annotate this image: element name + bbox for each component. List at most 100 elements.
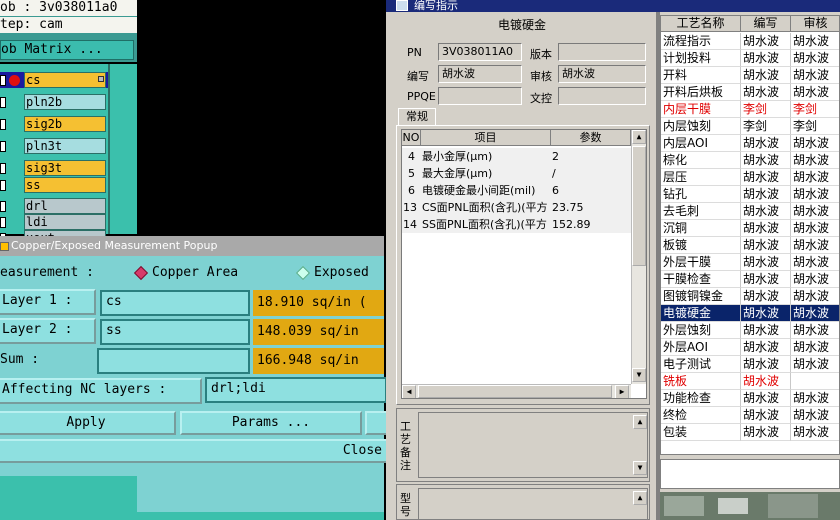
table-row[interactable]: 去毛刺 胡水波 胡水波 xyxy=(661,203,839,220)
layer2-input[interactable]: ss xyxy=(100,319,250,345)
exposed-radio-icon[interactable] xyxy=(295,265,311,281)
copper-area-option[interactable]: Copper Area xyxy=(152,265,238,280)
table-row[interactable]: 13 CS面PNL面积(含孔)(平方 23.75 xyxy=(402,199,646,216)
table-row[interactable]: 图镀铜镍金 胡水波 胡水波 xyxy=(661,288,839,305)
remark-scroll-down-icon[interactable]: ▼ xyxy=(633,461,647,475)
process-header-reviewer[interactable]: 审核 xyxy=(791,16,839,32)
layer-checkbox[interactable] xyxy=(0,217,6,228)
table-row[interactable]: 外层AOI 胡水波 胡水波 xyxy=(661,339,839,356)
table-row[interactable]: 流程指示 胡水波 胡水波 xyxy=(661,33,839,50)
layer-checkbox[interactable] xyxy=(0,119,6,130)
tab-general[interactable]: 常规 xyxy=(398,108,436,126)
window-menu-icon[interactable] xyxy=(0,242,9,251)
table-row[interactable]: 电镀硬金 胡水波 胡水波 xyxy=(661,305,839,322)
table-row[interactable]: 沉铜 胡水波 胡水波 xyxy=(661,220,839,237)
layer-name[interactable]: ldi xyxy=(24,214,106,230)
nc-layers-input[interactable]: drl;ldi xyxy=(205,377,387,403)
table-row[interactable]: 4 最小金厚(μm) 2 xyxy=(402,148,646,165)
ppqe-field[interactable] xyxy=(438,87,522,105)
layer-name[interactable]: drl xyxy=(24,198,106,214)
pn-field[interactable]: 3V038011A0 xyxy=(438,43,522,61)
table-row[interactable]: 钻孔 胡水波 胡水波 xyxy=(661,186,839,203)
table-row[interactable]: 棕化 胡水波 胡水波 xyxy=(661,152,839,169)
review-field[interactable]: 胡水波 xyxy=(558,65,646,83)
job-matrix-button[interactable]: ob Matrix ... xyxy=(0,40,134,60)
table-row[interactable]: 5 最大金厚(μm) / xyxy=(402,165,646,182)
param-header-no[interactable]: NO xyxy=(402,130,421,146)
apply-button[interactable]: Apply xyxy=(0,411,176,435)
model-textarea[interactable]: ▲ xyxy=(418,488,648,520)
param-header-value[interactable]: 参数 xyxy=(551,130,631,146)
table-row[interactable]: 外层干膜 胡水波 胡水波 xyxy=(661,254,839,271)
params-button[interactable]: Params ... xyxy=(180,411,362,435)
layer-row-pln3t[interactable]: pln3t xyxy=(0,138,108,154)
remark-textarea[interactable]: ▲ ▼ xyxy=(418,412,648,478)
layer-row-sig2b[interactable]: sig2b xyxy=(0,116,108,132)
table-row[interactable]: 板镀 胡水波 胡水波 xyxy=(661,237,839,254)
table-row[interactable]: 铣板 胡水波 xyxy=(661,373,839,390)
layer1-button[interactable]: Layer 1 : xyxy=(0,289,96,315)
table-row[interactable]: 开料后烘板 胡水波 胡水波 xyxy=(661,84,839,101)
scroll-thumb[interactable] xyxy=(632,146,646,266)
layer2-button[interactable]: Layer 2 : xyxy=(0,318,96,344)
table-row[interactable]: 内层干膜 李剑 李剑 xyxy=(661,101,839,118)
param-vscroll[interactable]: ▲ ▼ xyxy=(631,130,646,384)
layer-name[interactable]: sig2b xyxy=(24,116,106,132)
scroll-down-icon[interactable]: ▼ xyxy=(632,368,646,382)
param-hscroll[interactable]: ◀ ▶ xyxy=(402,384,631,398)
hscroll-thumb[interactable] xyxy=(418,385,612,398)
remark-scroll-up-icon[interactable]: ▲ xyxy=(633,415,647,429)
layer-row-drl[interactable]: drl xyxy=(0,198,108,214)
table-row[interactable]: 14 SS面PNL面积(含孔)(平方 152.89 xyxy=(402,216,646,233)
layer-row-ss[interactable]: ss xyxy=(0,177,108,193)
table-row[interactable]: 开料 胡水波 胡水波 xyxy=(661,67,839,84)
affecting-nc-layers-button[interactable]: Affecting NC layers : xyxy=(0,378,202,404)
layer-name[interactable]: cs xyxy=(24,72,106,88)
table-row[interactable]: 电子测试 胡水波 胡水波 xyxy=(661,356,839,373)
layer-checkbox[interactable] xyxy=(0,141,6,152)
table-row[interactable]: 内层AOI 胡水波 胡水波 xyxy=(661,135,839,152)
close-button[interactable]: Close xyxy=(0,439,388,463)
doc-control-field[interactable] xyxy=(558,87,646,105)
table-row[interactable]: 包装 胡水波 胡水波 xyxy=(661,424,839,441)
table-row[interactable]: 干膜检查 胡水波 胡水波 xyxy=(661,271,839,288)
table-row[interactable]: 终检 胡水波 胡水波 xyxy=(661,407,839,424)
layer-row-sig3t[interactable]: sig3t xyxy=(0,160,108,176)
popup-titlebar[interactable]: Copper/Exposed Measurement Popup xyxy=(0,236,384,256)
layer-checkbox[interactable] xyxy=(0,97,6,108)
scroll-up-icon[interactable]: ▲ xyxy=(632,130,646,144)
layer-menu-icon[interactable] xyxy=(98,76,104,82)
layer-row-pln2b[interactable]: pln2b xyxy=(0,94,108,110)
version-field[interactable] xyxy=(558,43,646,61)
param-value: 23.75 xyxy=(552,201,584,214)
author-field[interactable]: 胡水波 xyxy=(438,65,522,83)
layer-name[interactable]: ss xyxy=(24,177,106,193)
layer-name[interactable]: sig3t xyxy=(24,160,106,176)
process-author: 胡水波 xyxy=(741,152,791,169)
scroll-left-icon[interactable]: ◀ xyxy=(402,385,416,398)
layer-name[interactable]: pln3t xyxy=(24,138,106,154)
layer-checkbox[interactable] xyxy=(0,75,6,86)
layer1-input[interactable]: cs xyxy=(100,290,250,316)
layer-checkbox[interactable] xyxy=(0,201,6,212)
process-note-field[interactable] xyxy=(660,459,840,489)
table-row[interactable]: 功能检查 胡水波 胡水波 xyxy=(661,390,839,407)
model-scroll-up-icon[interactable]: ▲ xyxy=(633,491,647,505)
table-row[interactable]: 外层蚀刻 胡水波 胡水波 xyxy=(661,322,839,339)
window-titlebar[interactable]: 编写指示 xyxy=(386,0,840,12)
param-header-item[interactable]: 项目 xyxy=(421,130,551,146)
scroll-right-icon[interactable]: ▶ xyxy=(615,385,629,398)
layer-row-ldi[interactable]: ldi xyxy=(0,214,108,230)
process-header-name[interactable]: 工艺名称 xyxy=(661,16,741,32)
copper-area-radio-icon[interactable] xyxy=(133,265,149,281)
table-row[interactable]: 层压 胡水波 胡水波 xyxy=(661,169,839,186)
layer-checkbox[interactable] xyxy=(0,180,6,191)
table-row[interactable]: 6 电镀硬金最小间距(mil) 6 xyxy=(402,182,646,199)
table-row[interactable]: 计划投料 胡水波 胡水波 xyxy=(661,50,839,67)
layer-checkbox[interactable] xyxy=(0,163,6,174)
table-row[interactable]: 内层蚀刻 李剑 李剑 xyxy=(661,118,839,135)
process-header-author[interactable]: 编写 xyxy=(741,16,791,32)
exposed-option[interactable]: Exposed xyxy=(314,265,369,280)
layer-row-cs[interactable]: cs xyxy=(0,72,108,88)
layer-name[interactable]: pln2b xyxy=(24,94,106,110)
